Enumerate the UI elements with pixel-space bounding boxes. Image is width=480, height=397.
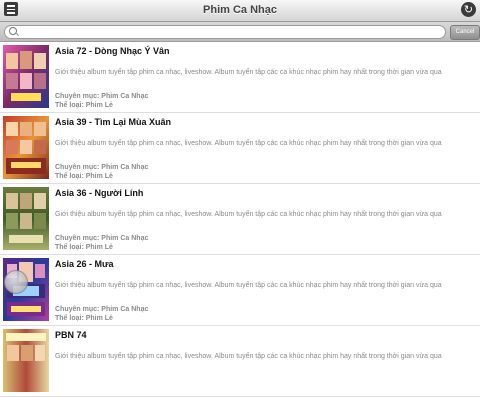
cancel-button[interactable]: Cancel — [450, 25, 480, 40]
item-category: Chuyên mục: Phim Ca Nhạc — [55, 306, 149, 313]
item-description: Giới thiệu album tuyển tập phim ca nhạc,… — [55, 211, 442, 218]
item-description: Giới thiệu album tuyển tập phim ca nhạc,… — [55, 140, 442, 147]
item-genre: Thể loại: Phim Lẻ — [55, 315, 113, 322]
album-cover-image — [3, 329, 49, 392]
item-description: Giới thiệu album tuyển tập phim ca nhạc,… — [55, 69, 442, 76]
item-title: Asia 39 - Tìm Lại Mùa Xuân — [55, 117, 172, 127]
search-bar: Cancel — [0, 22, 480, 42]
item-category: Chuyên mục: Phim Ca Nhạc — [55, 93, 149, 100]
assistive-touch-button[interactable] — [4, 270, 28, 294]
item-title: Asia 72 - Dòng Nhạc Ý Vân — [55, 46, 170, 56]
album-cover-image — [3, 45, 49, 108]
list-item[interactable]: Asia 26 - Mưa Giới thiệu album tuyển tập… — [0, 255, 480, 326]
refresh-icon[interactable]: ↻ — [461, 2, 476, 17]
album-cover-image — [3, 116, 49, 179]
item-category: Chuyên mục: Phim Ca Nhạc — [55, 164, 149, 171]
search-input[interactable] — [20, 26, 440, 38]
item-genre: Thể loại: Phim Lẻ — [55, 102, 113, 109]
list-item[interactable]: Asia 72 - Dòng Nhạc Ý Vân Giới thiệu alb… — [0, 42, 480, 113]
list-item[interactable]: Asia 36 - Người Lính Giới thiệu album tu… — [0, 184, 480, 255]
item-description: Giới thiệu album tuyển tập phim ca nhạc,… — [55, 353, 442, 360]
page-title: Phim Ca Nhạc — [203, 4, 277, 16]
item-title: PBN 74 — [55, 330, 87, 340]
list-item[interactable]: PBN 74 Giới thiệu album tuyển tập phim c… — [0, 326, 480, 397]
search-icon — [9, 27, 17, 35]
item-description: Giới thiệu album tuyển tập phim ca nhạc,… — [55, 282, 442, 289]
navigation-bar: Phim Ca Nhạc ↻ — [0, 0, 480, 22]
item-title: Asia 36 - Người Lính — [55, 188, 144, 198]
search-field[interactable] — [4, 25, 446, 39]
item-genre: Thể loại: Phim Lẻ — [55, 173, 113, 180]
album-cover-image — [3, 187, 49, 250]
item-title: Asia 26 - Mưa — [55, 259, 114, 269]
item-genre: Thể loại: Phim Lẻ — [55, 244, 113, 251]
album-list[interactable]: Asia 72 - Dòng Nhạc Ý Vân Giới thiệu alb… — [0, 42, 480, 397]
list-item[interactable]: Asia 39 - Tìm Lại Mùa Xuân Giới thiệu al… — [0, 113, 480, 184]
item-category: Chuyên mục: Phim Ca Nhạc — [55, 235, 149, 242]
